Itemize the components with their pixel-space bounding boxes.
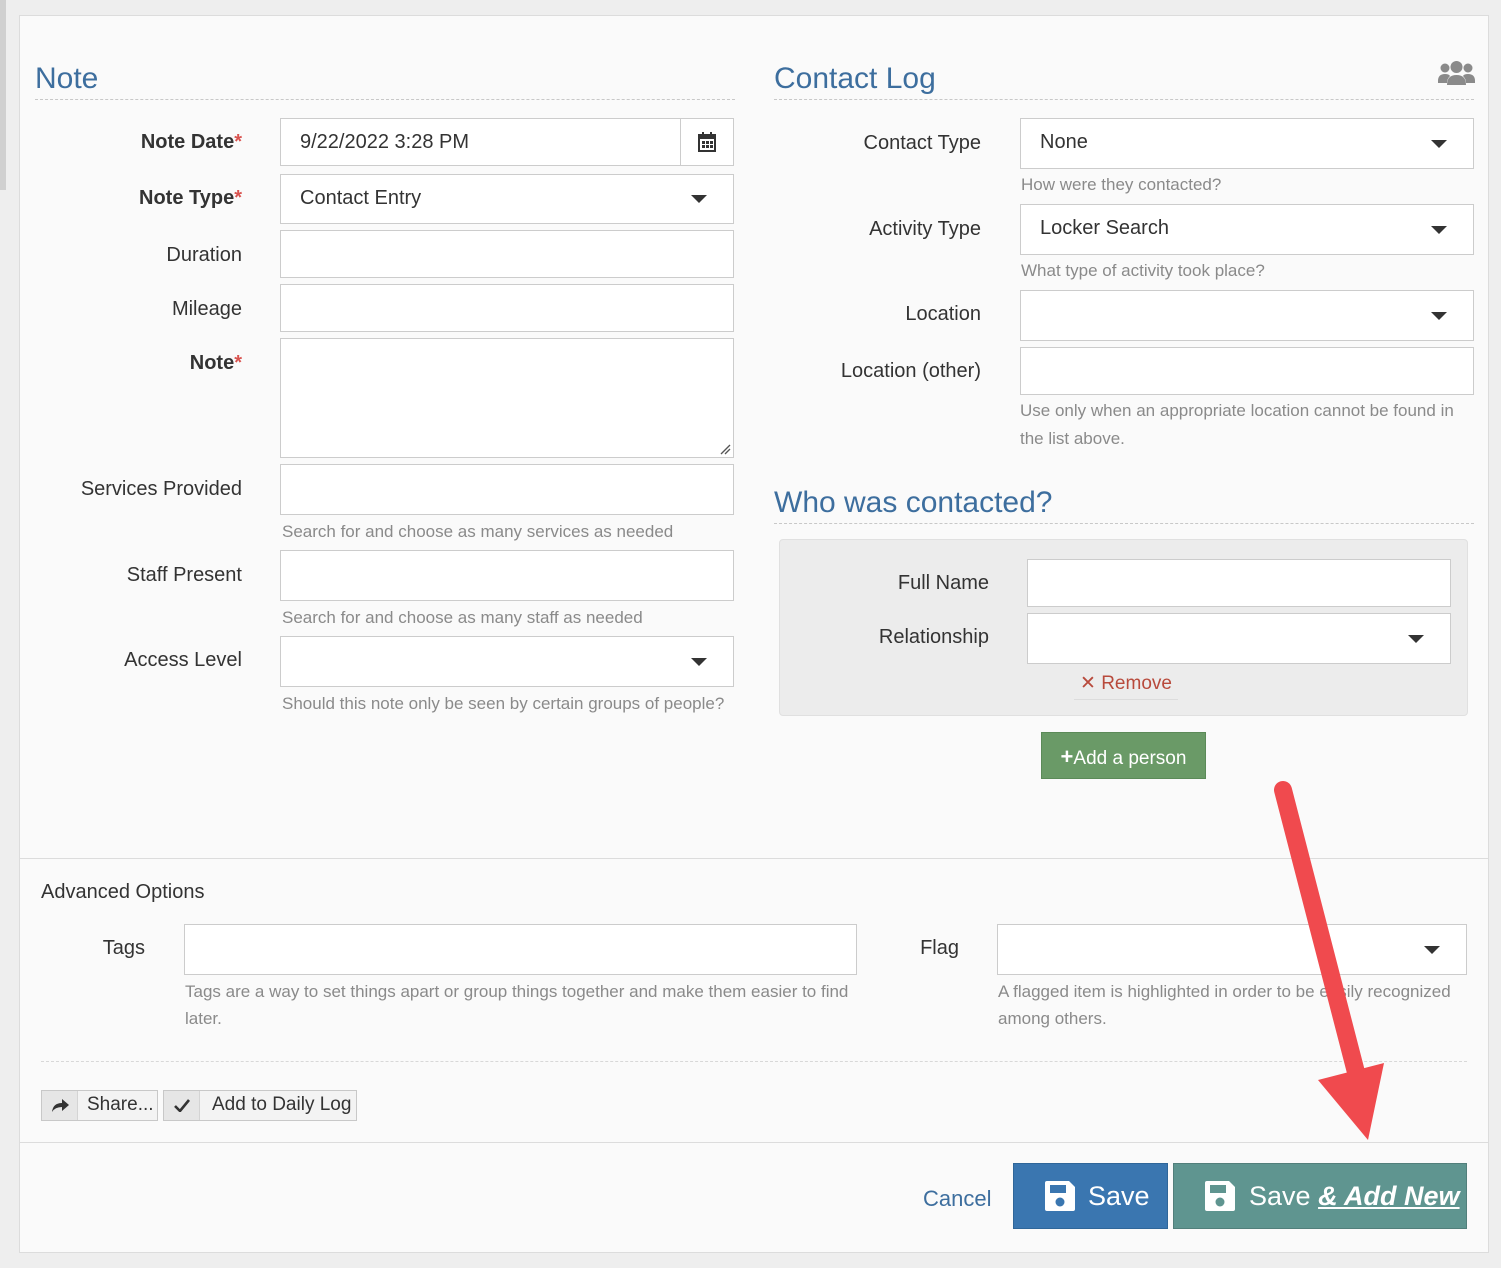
note-type-label: Note Type* (139, 187, 242, 209)
full-name-input[interactable] (1027, 559, 1451, 607)
location-other-help: Use only when an appropriate location ca… (1020, 401, 1454, 448)
calendar-icon (698, 132, 716, 152)
contact-type-select[interactable]: None (1020, 118, 1474, 169)
staff-present-label: Staff Present (126, 564, 242, 586)
access-level-select[interactable] (280, 636, 734, 687)
staff-present-input[interactable] (280, 550, 734, 601)
contact-type-help: How were they contacted? (1021, 175, 1222, 194)
full-name-label: Full Name (897, 572, 989, 594)
note-form-panel: Note Note Date* 9/22/2022 3:28 PM Note T… (19, 15, 1489, 1253)
note-date-label: Note Date* (140, 131, 242, 153)
save-button[interactable]: Save (1013, 1163, 1168, 1229)
chevron-down-icon (691, 195, 707, 203)
chevron-down-icon (1424, 945, 1440, 954)
tags-label: Tags (102, 937, 145, 959)
access-level-label: Access Level (124, 649, 242, 671)
plus-icon: + (1060, 744, 1074, 769)
contact-person-card: Full Name Relationship ✕ Remove (779, 539, 1468, 716)
chevron-down-icon (691, 657, 707, 666)
duration-input[interactable] (280, 230, 734, 278)
save-and-add-new-button[interactable]: Save & Add New (1173, 1163, 1467, 1229)
mileage-label: Mileage (171, 298, 242, 320)
note-label: Note* (189, 352, 242, 374)
cancel-link[interactable]: Cancel (923, 1186, 991, 1212)
activity-type-help: What type of activity took place? (1021, 261, 1265, 280)
location-select[interactable] (1020, 290, 1474, 341)
who-contacted-title: Who was contacted? (774, 485, 1474, 524)
relationship-select[interactable] (1027, 613, 1451, 664)
calendar-button[interactable] (680, 118, 734, 166)
relationship-label: Relationship (878, 626, 989, 648)
note-section-title: Note (35, 61, 735, 100)
note-type-select[interactable]: Contact Entry (280, 174, 734, 224)
services-provided-help: Search for and choose as many services a… (282, 522, 674, 541)
activity-type-select[interactable]: Locker Search (1020, 204, 1474, 255)
services-provided-label: Services Provided (80, 478, 242, 500)
floppy-disk-icon (1205, 1181, 1235, 1211)
flag-help: A flagged item is highlighted in order t… (998, 982, 1451, 1028)
advanced-options-title: Advanced Options (41, 881, 205, 903)
resize-handle-icon[interactable] (719, 443, 731, 455)
contact-log-title: Contact Log (774, 61, 1474, 100)
access-level-help: Should this note only be seen by certain… (282, 694, 725, 713)
share-button[interactable]: Share... (41, 1090, 158, 1121)
chevron-down-icon (1408, 634, 1424, 643)
share-icon (42, 1091, 78, 1120)
tags-input[interactable] (184, 924, 857, 975)
chevron-down-icon (1431, 311, 1447, 320)
duration-label: Duration (166, 244, 242, 266)
note-textarea[interactable] (280, 338, 734, 458)
note-date-input[interactable]: 9/22/2022 3:28 PM (280, 118, 681, 166)
chevron-down-icon (1431, 225, 1447, 234)
check-icon (164, 1091, 200, 1120)
left-edge-bar (0, 0, 6, 190)
activity-type-label: Activity Type (869, 218, 981, 240)
chevron-down-icon (1431, 139, 1447, 148)
location-other-label: Location (other) (840, 360, 981, 382)
users-icon (1438, 61, 1475, 85)
floppy-disk-icon (1045, 1181, 1075, 1211)
footer-divider (20, 1142, 1488, 1143)
add-to-daily-log-button[interactable]: Add to Daily Log (163, 1090, 357, 1121)
contact-type-label: Contact Type (863, 132, 981, 154)
flag-label: Flag (920, 937, 959, 959)
location-label: Location (905, 303, 981, 325)
location-other-input[interactable] (1020, 347, 1474, 395)
remove-person-link[interactable]: ✕ Remove (1074, 671, 1178, 700)
advanced-divider (41, 1061, 1467, 1062)
close-icon: ✕ (1080, 673, 1096, 694)
section-divider (20, 858, 1488, 859)
staff-present-help: Search for and choose as many staff as n… (282, 608, 643, 627)
flag-select[interactable] (997, 924, 1467, 975)
mileage-input[interactable] (280, 284, 734, 332)
services-provided-input[interactable] (280, 464, 734, 515)
tags-help: Tags are a way to set things apart or gr… (185, 982, 849, 1028)
add-person-button[interactable]: +Add a person (1041, 732, 1206, 779)
